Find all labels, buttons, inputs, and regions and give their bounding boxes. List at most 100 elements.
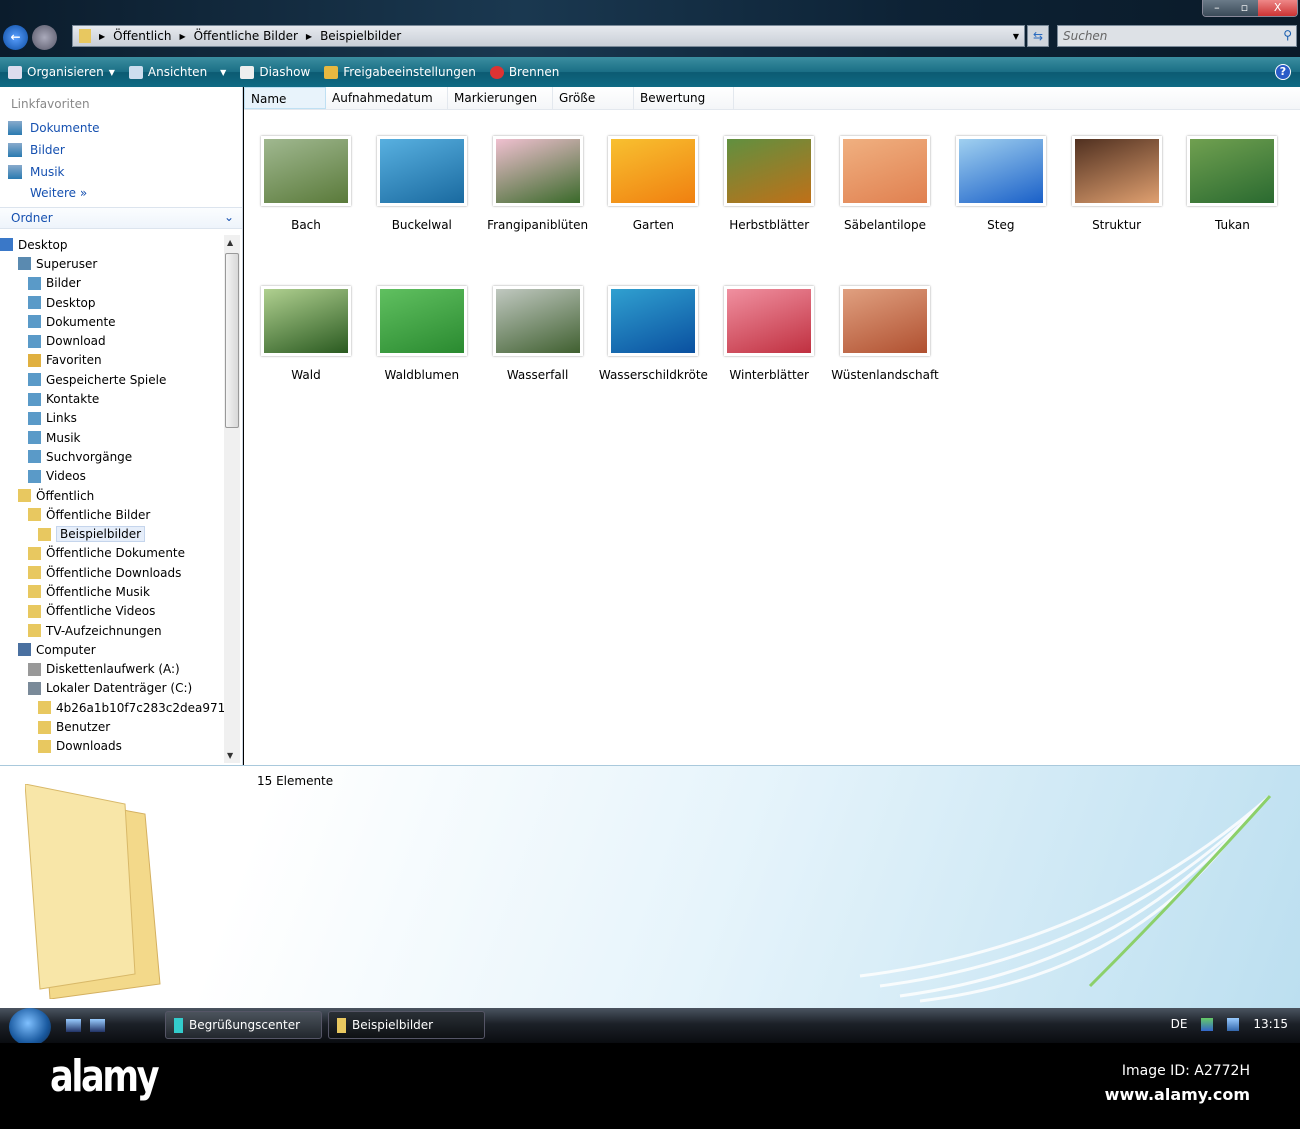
tree-item[interactable]: Download — [0, 331, 224, 350]
file-name: Garten — [632, 218, 675, 232]
search-icon[interactable]: ⚲ — [1283, 28, 1292, 42]
tree-item[interactable]: Downloads — [0, 737, 224, 756]
favorite-link-dokumente[interactable]: Dokumente — [0, 117, 242, 139]
slideshow-button[interactable]: Diashow — [240, 65, 310, 79]
tree-item[interactable]: Suchvorgänge — [0, 447, 224, 466]
file-item[interactable]: Wüstenlandschaft — [827, 286, 943, 382]
tree-item[interactable]: Öffentliche Bilder — [0, 505, 224, 524]
display-icon[interactable] — [1227, 1017, 1240, 1031]
chevron-right-icon: ▶ — [99, 31, 106, 41]
tree-item[interactable]: Öffentliche Videos — [0, 602, 224, 621]
refresh-button[interactable]: ⇆ — [1027, 25, 1049, 47]
column-rating[interactable]: Bewertung — [634, 87, 734, 109]
tree-item[interactable]: Musik — [0, 428, 224, 447]
language-indicator[interactable]: DE — [1171, 1017, 1188, 1031]
breadcrumb-oeffentlich[interactable]: Öffentlich — [113, 29, 171, 43]
breadcrumb-oeffentliche-bilder[interactable]: Öffentliche Bilder — [194, 29, 298, 43]
help-icon[interactable]: ? — [1275, 64, 1291, 80]
scroll-thumb[interactable] — [225, 253, 239, 428]
file-item[interactable]: Winterblätter — [711, 286, 827, 382]
file-item[interactable]: Frangipaniblüten — [480, 136, 596, 232]
tree-item[interactable]: 4b26a1b10f7c283c2dea9717 — [0, 698, 224, 717]
tree-item-label: Superuser — [36, 256, 98, 271]
tree-item[interactable]: Öffentliche Downloads — [0, 563, 224, 582]
tree-item[interactable]: Benutzer — [0, 717, 224, 736]
scroll-up-icon[interactable]: ▲ — [227, 238, 233, 247]
tree-item[interactable]: Kontakte — [0, 389, 224, 408]
column-tags[interactable]: Markierungen — [448, 87, 553, 109]
network-icon[interactable] — [1201, 1017, 1214, 1031]
clock[interactable]: 13:15 — [1253, 1017, 1288, 1031]
file-name: Frangipaniblüten — [487, 218, 589, 232]
file-item[interactable]: Wald — [248, 286, 364, 382]
tree-item[interactable]: Öffentliche Musik — [0, 582, 224, 601]
organize-label: Organisieren — [27, 65, 104, 79]
minimize-button[interactable]: – — [1203, 0, 1231, 16]
tree-item[interactable]: Computer — [0, 640, 224, 659]
image-thumbnail — [376, 136, 467, 206]
tree-item[interactable]: Links — [0, 409, 224, 428]
scroll-down-icon[interactable]: ▼ — [227, 751, 233, 760]
chevron-right-icon: ▶ — [305, 31, 313, 41]
folder-icon — [28, 276, 41, 290]
tree-item[interactable]: Bilder — [0, 274, 224, 293]
file-item[interactable]: Herbstblätter — [711, 136, 827, 232]
folder-icon — [28, 315, 41, 329]
burn-button[interactable]: Brennen — [489, 65, 559, 79]
tree-item[interactable]: Öffentlich — [0, 486, 224, 505]
file-item[interactable]: Buckelwal — [364, 136, 480, 232]
column-date-taken[interactable]: Aufnahmedatum — [326, 87, 448, 109]
file-name: Tukan — [1214, 218, 1250, 232]
tree-item[interactable]: Favoriten — [0, 351, 224, 370]
window-controls: – ▫ X — [1202, 0, 1298, 17]
tree-item[interactable]: Superuser — [0, 254, 224, 273]
column-size[interactable]: Größe — [553, 87, 634, 109]
more-links-button[interactable]: Weitere » — [0, 183, 242, 203]
column-name[interactable]: Name — [244, 87, 326, 109]
dropdown-icon[interactable]: ▼ — [1013, 32, 1019, 41]
file-item[interactable]: Waldblumen — [364, 286, 480, 382]
tree-item[interactable]: Gespeicherte Spiele — [0, 370, 224, 389]
tree-item[interactable]: Diskettenlaufwerk (A:) — [0, 660, 224, 679]
maximize-button[interactable]: ▫ — [1230, 0, 1259, 16]
file-item[interactable]: Garten — [595, 136, 711, 232]
favorite-link-musik[interactable]: Musik — [0, 161, 242, 183]
tree-item[interactable]: Videos — [0, 467, 224, 486]
file-item[interactable]: Steg — [943, 136, 1059, 232]
tree-scrollbar[interactable]: ▲ ▼ — [224, 235, 240, 763]
file-item[interactable]: Bach — [248, 136, 364, 232]
address-bar[interactable]: ▶ Öffentlich ▶ Öffentliche Bilder ▶ Beis… — [72, 25, 1025, 47]
switch-windows-icon[interactable] — [90, 1019, 105, 1032]
file-name: Herbstblätter — [729, 218, 810, 232]
tree-item[interactable]: TV-Aufzeichnungen — [0, 621, 224, 640]
back-button[interactable]: ← — [3, 25, 28, 50]
tree-item[interactable]: Dokumente — [0, 312, 224, 331]
file-item[interactable]: Tukan — [1174, 136, 1290, 232]
tree-item-label: Suchvorgänge — [46, 449, 133, 464]
sharing-button[interactable]: Freigabeeinstellungen — [324, 65, 476, 79]
folder-icon — [28, 566, 41, 580]
file-item[interactable]: Säbelantilope — [827, 136, 943, 232]
organize-icon — [8, 65, 22, 79]
breadcrumb-beispielbilder[interactable]: Beispielbilder — [320, 29, 401, 43]
file-item[interactable]: Wasserschildkröte — [595, 286, 711, 382]
organize-button[interactable]: Organisieren ▼ — [8, 65, 115, 79]
taskbar-item-beispielbilder[interactable]: Beispielbilder — [328, 1011, 485, 1039]
tree-item[interactable]: Desktop — [0, 293, 224, 312]
show-desktop-icon[interactable] — [66, 1019, 81, 1032]
file-item[interactable]: Wasserfall — [480, 286, 596, 382]
tree-item[interactable]: Desktop — [0, 235, 224, 254]
search-input[interactable]: Suchen ⚲ — [1057, 25, 1297, 47]
file-item[interactable]: Struktur — [1059, 136, 1175, 232]
close-button[interactable]: X — [1258, 0, 1297, 16]
folders-header[interactable]: Ordner ⌄ — [0, 207, 242, 229]
start-button[interactable] — [9, 1008, 51, 1046]
tree-item[interactable]: Öffentliche Dokumente — [0, 544, 224, 563]
tree-item[interactable]: Beispielbilder — [0, 524, 224, 543]
link-label: Dokumente — [30, 121, 100, 135]
favorite-link-bilder[interactable]: Bilder — [0, 139, 242, 161]
views-button[interactable]: Ansichten ▼ — [128, 65, 226, 79]
tree-item[interactable]: Lokaler Datenträger (C:) — [0, 679, 224, 698]
forward-button[interactable] — [32, 25, 57, 50]
taskbar-item-welcome-center[interactable]: Begrüßungscenter — [165, 1011, 322, 1039]
